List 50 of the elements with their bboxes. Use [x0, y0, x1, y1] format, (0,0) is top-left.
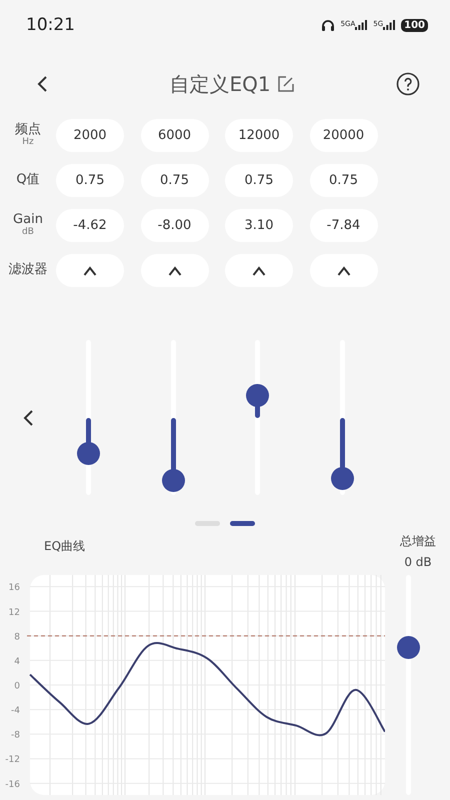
- value-field[interactable]: 12000: [225, 119, 293, 152]
- back-icon[interactable]: [36, 75, 48, 93]
- axis-tick-label: -8: [11, 730, 20, 741]
- chart-title: EQ曲线: [44, 538, 86, 555]
- total-gain-slider[interactable]: [397, 575, 420, 795]
- axis-tick-label: -12: [5, 755, 20, 766]
- row-label: 频点: [15, 123, 41, 138]
- unit-label: dB: [22, 228, 34, 238]
- signal-icon: [383, 20, 396, 30]
- page-indicator[interactable]: [230, 521, 255, 526]
- axis-tick-label: 0: [14, 682, 20, 692]
- page-title: 自定义EQ1: [169, 70, 271, 98]
- peak-filter-icon: [83, 266, 97, 276]
- row-label: 滤波器: [8, 263, 48, 278]
- peak-filter-icon: [168, 266, 182, 276]
- help-icon[interactable]: [396, 72, 420, 96]
- peak-filter-icon: [336, 266, 350, 276]
- band-slider[interactable]: [162, 340, 184, 495]
- peak-filter-icon: [252, 266, 266, 276]
- axis-tick-label: -16: [5, 780, 20, 790]
- edit-icon[interactable]: [276, 75, 295, 93]
- axis-tick-label: 4: [14, 656, 20, 667]
- battery-level: 100: [401, 18, 428, 32]
- value-field[interactable]: -8.00: [140, 209, 208, 242]
- value-field[interactable]: 0.75: [225, 164, 293, 197]
- value-field[interactable]: 0.75: [56, 164, 124, 197]
- total-gain-label: 总增益: [400, 533, 436, 550]
- unit-label: Hz: [22, 138, 34, 148]
- band-slider[interactable]: [330, 340, 354, 495]
- value-field[interactable]: 0.75: [140, 164, 208, 197]
- value-field[interactable]: 3.10: [225, 209, 293, 242]
- value-field[interactable]: -4.62: [56, 209, 124, 242]
- row-label: Q值: [16, 173, 40, 188]
- value-field[interactable]: 0.75: [310, 164, 378, 197]
- previous-icon[interactable]: [22, 408, 34, 426]
- axis-tick-label: 16: [8, 583, 20, 594]
- value-field[interactable]: 2000: [56, 119, 124, 152]
- total-gain-reading: 0 dB: [404, 555, 432, 569]
- value-field[interactable]: 20000: [310, 119, 378, 152]
- value-field[interactable]: 6000: [140, 119, 208, 152]
- band-slider[interactable]: [77, 340, 100, 495]
- band-slider[interactable]: [246, 340, 269, 495]
- axis-tick-label: 12: [8, 608, 20, 618]
- signal-icon: [355, 20, 368, 30]
- value-field[interactable]: -7.84: [310, 209, 378, 242]
- headphones-icon: [320, 19, 335, 31]
- axis-tick-label: -4: [11, 706, 20, 716]
- clock-time: 10:21: [26, 15, 75, 35]
- axis-tick-label: 8: [14, 632, 20, 642]
- row-label: Gain: [13, 213, 43, 228]
